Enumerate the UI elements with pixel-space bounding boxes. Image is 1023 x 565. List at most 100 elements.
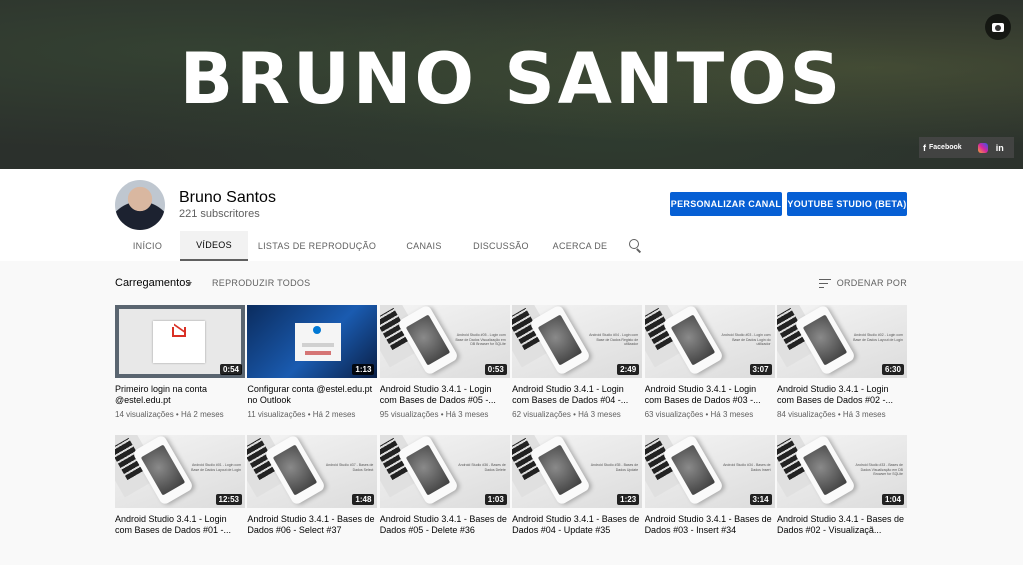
thumbnail-caption: Android Studio #05 - Login com Base de D… <box>455 333 506 346</box>
video-thumbnail[interactable]: 0:54 <box>115 305 245 378</box>
play-all-button[interactable]: REPRODUZIR TODOS <box>212 278 310 288</box>
video-title[interactable]: Android Studio 3.4.1 - Login com Bases d… <box>512 384 642 406</box>
facebook-icon: f <box>923 142 926 153</box>
upload-age: Há 3 meses <box>578 410 621 419</box>
video-thumbnail[interactable]: Android Studio #02 - Login com Base de D… <box>776 305 907 378</box>
duration-badge: 1:13 <box>352 364 375 375</box>
duration-badge: 1:48 <box>352 494 375 505</box>
upload-age: Há 2 meses <box>312 410 356 419</box>
uploads-dropdown[interactable]: Carregamentos <box>115 277 191 289</box>
channel-banner: BRUNO SANTOS f Facebook in <box>0 0 1023 169</box>
view-count: 11 visualizações <box>247 410 306 419</box>
video-meta: 11 visualizações • Há 2 meses <box>247 410 356 419</box>
duration-badge: 1:04 <box>881 494 904 505</box>
search-icon[interactable] <box>620 231 650 261</box>
video-meta: 62 visualizações • Há 3 meses <box>512 410 621 419</box>
thumbnail-caption: Android Studio #34 - Bases de Dados Inse… <box>723 463 771 472</box>
tab-playlists[interactable]: LISTAS DE REPRODUÇÃO <box>248 231 386 261</box>
video-card[interactable]: 1:13 Configurar conta @estel.edu.pt no O… <box>247 305 378 435</box>
video-meta: 14 visualizações • Há 2 meses <box>115 410 224 419</box>
video-title[interactable]: Android Studio 3.4.1 - Login com Bases d… <box>645 384 775 406</box>
sort-button[interactable]: ORDENAR POR <box>818 278 907 288</box>
video-title[interactable]: Primeiro login na conta @estel.edu.pt <box>115 384 245 406</box>
video-title[interactable]: Android Studio 3.4.1 - Login com Bases d… <box>380 384 510 406</box>
duration-badge: 3:14 <box>749 494 772 505</box>
thumbnail-caption: Android Studio #04 - Login com Base de D… <box>589 333 639 346</box>
video-title[interactable]: Android Studio 3.4.1 - Bases de Dados #0… <box>512 514 642 536</box>
video-card[interactable]: Android Studio #36 - Bases de Dados Dele… <box>379 435 510 565</box>
duration-badge: 1:03 <box>484 494 507 505</box>
view-count: 84 visualizações <box>776 410 836 419</box>
video-thumbnail[interactable]: Android Studio #01 - Login com Base de D… <box>115 435 245 508</box>
view-count: 62 visualizações <box>512 410 571 419</box>
duration-badge: 6:30 <box>881 364 904 375</box>
video-title[interactable]: Android Studio 3.4.1 - Bases de Dados #0… <box>777 514 907 536</box>
avatar[interactable] <box>115 180 165 230</box>
customize-channel-button[interactable]: PERSONALIZAR CANAL <box>670 192 782 216</box>
social-links: f Facebook in <box>919 137 1014 158</box>
video-thumbnail[interactable]: Android Studio #03 - Login com Base de D… <box>644 305 775 378</box>
instagram-icon[interactable] <box>977 142 988 153</box>
video-card[interactable]: Android Studio #03 - Login com Base de D… <box>644 305 775 435</box>
video-thumbnail[interactable]: Android Studio #34 - Bases de Dados Inse… <box>644 435 775 508</box>
facebook-link[interactable]: f Facebook <box>923 143 962 153</box>
tab-home[interactable]: INÍCIO <box>115 231 180 261</box>
view-count: 95 visualizações <box>379 410 439 419</box>
video-card[interactable]: 0:54 Primeiro login na conta @estel.edu.… <box>115 305 245 435</box>
thumbnail-caption: Android Studio #35 - Bases de Dados Upda… <box>590 463 639 472</box>
channel-name: Bruno Santos <box>179 189 276 206</box>
video-title[interactable]: Android Studio 3.4.1 - Login com Bases d… <box>115 514 245 536</box>
video-title[interactable]: Android Studio 3.4.1 - Login com Bases d… <box>777 384 907 406</box>
subscriber-count: 221 subscritores <box>179 208 260 220</box>
thumbnail-caption: Android Studio #33 - Bases de Dados Visu… <box>855 463 903 476</box>
video-card[interactable]: Android Studio #33 - Bases de Dados Visu… <box>776 435 907 565</box>
video-thumbnail[interactable]: Android Studio #37 - Bases de Dados Sele… <box>247 435 378 508</box>
thumbnail-caption: Android Studio #01 - Login com Base de D… <box>191 463 241 472</box>
video-thumbnail[interactable]: Android Studio #04 - Login com Base de D… <box>512 305 643 378</box>
video-thumbnail[interactable]: Android Studio #35 - Bases de Dados Upda… <box>512 435 643 508</box>
video-meta: 95 visualizações • Há 3 meses <box>379 410 489 419</box>
video-title[interactable]: Android Studio 3.4.1 - Bases de Dados #0… <box>247 514 377 536</box>
video-title[interactable]: Configurar conta @estel.edu.pt no Outloo… <box>247 384 377 406</box>
youtube-studio-button[interactable]: YOUTUBE STUDIO (BETA) <box>787 192 907 216</box>
video-title[interactable]: Android Studio 3.4.1 - Bases de Dados #0… <box>645 514 775 536</box>
video-thumbnail[interactable]: 1:13 <box>247 305 378 378</box>
duration-badge: 12:53 <box>215 494 242 505</box>
view-count: 63 visualizações <box>644 410 704 419</box>
video-card[interactable]: Android Studio #04 - Login com Base de D… <box>512 305 643 435</box>
chevron-down-icon[interactable] <box>186 282 192 286</box>
upload-age: Há 3 meses <box>842 410 886 419</box>
video-card[interactable]: Android Studio #35 - Bases de Dados Upda… <box>512 435 643 565</box>
sort-icon <box>818 278 831 288</box>
sort-label: ORDENAR POR <box>836 278 907 288</box>
channel-tabs: INÍCIO VÍDEOS LISTAS DE REPRODUÇÃO CANAI… <box>115 231 650 261</box>
tab-videos[interactable]: VÍDEOS <box>180 231 248 261</box>
linkedin-icon[interactable]: in <box>996 143 1004 153</box>
tab-channels[interactable]: CANAIS <box>386 231 462 261</box>
thumbnail-caption: Android Studio #03 - Login com Base de D… <box>721 333 771 346</box>
video-title[interactable]: Android Studio 3.4.1 - Bases de Dados #0… <box>380 514 510 536</box>
video-meta: 63 visualizações • Há 3 meses <box>644 410 754 419</box>
videos-toolbar: Carregamentos REPRODUZIR TODOS ORDENAR P… <box>115 276 907 292</box>
video-card[interactable]: Android Studio #37 - Bases de Dados Sele… <box>247 435 378 565</box>
duration-badge: 1:23 <box>617 494 640 505</box>
video-card[interactable]: Android Studio #01 - Login com Base de D… <box>115 435 245 565</box>
thumbnail-caption: Android Studio #36 - Bases de Dados Dele… <box>458 463 506 472</box>
video-card[interactable]: Android Studio #05 - Login com Base de D… <box>379 305 510 435</box>
thumbnail-caption: Android Studio #02 - Login com Base de D… <box>853 333 903 342</box>
video-thumbnail[interactable]: Android Studio #05 - Login com Base de D… <box>379 305 510 378</box>
upload-age: Há 2 meses <box>180 410 224 419</box>
gmail-icon <box>172 327 186 337</box>
video-thumbnail[interactable]: Android Studio #36 - Bases de Dados Dele… <box>379 435 510 508</box>
video-card[interactable]: Android Studio #02 - Login com Base de D… <box>776 305 907 435</box>
camera-icon[interactable] <box>985 14 1011 40</box>
tab-discussion[interactable]: DISCUSSÃO <box>462 231 540 261</box>
duration-badge: 2:49 <box>617 364 640 375</box>
upload-age: Há 3 meses <box>710 410 754 419</box>
tab-about[interactable]: ACERCA DE <box>540 231 620 261</box>
video-thumbnail[interactable]: Android Studio #33 - Bases de Dados Visu… <box>776 435 907 508</box>
channel-header: Bruno Santos 221 subscritores PERSONALIZ… <box>0 169 1023 261</box>
upload-age: Há 3 meses <box>445 410 489 419</box>
video-card[interactable]: Android Studio #34 - Bases de Dados Inse… <box>644 435 775 565</box>
facebook-label: Facebook <box>929 144 962 151</box>
